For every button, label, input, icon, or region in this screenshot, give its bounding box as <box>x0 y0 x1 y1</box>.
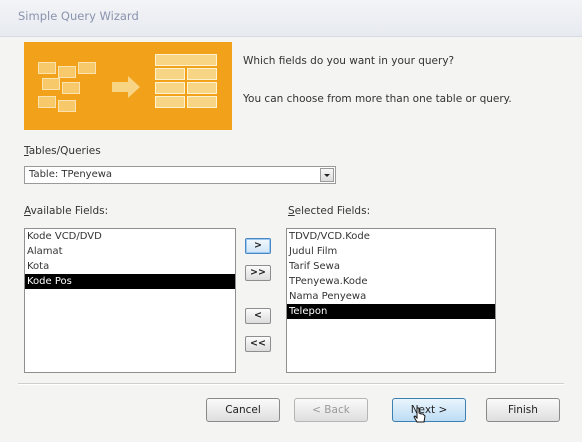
selected-field-item-selected[interactable]: Telepon <box>287 304 495 319</box>
tables-queries-value: Table: TPenyewa <box>29 169 113 180</box>
window-title: Simple Query Wizard <box>18 9 139 23</box>
selected-field-item[interactable]: Judul Film <box>287 244 495 259</box>
source-grid-graphic <box>38 62 96 114</box>
query-grid-graphic <box>155 54 217 120</box>
add-field-button[interactable]: > <box>245 238 271 254</box>
instruction-question: Which fields do you want in your query? <box>243 55 455 67</box>
available-field-item[interactable]: Kode VCD/DVD <box>25 229 235 244</box>
selected-fields-list[interactable]: TDVD/VCD.Kode Judul Film Tarif Sewa TPen… <box>286 228 496 373</box>
remove-field-button[interactable]: < <box>245 308 271 324</box>
footer-divider <box>18 383 564 385</box>
chevron-down-icon[interactable] <box>320 168 334 182</box>
tables-queries-label: Tables/Queries <box>24 145 101 157</box>
next-button[interactable]: Next > <box>392 398 466 422</box>
add-all-fields-button[interactable]: >> <box>245 265 271 281</box>
available-field-item[interactable]: Alamat <box>25 244 235 259</box>
cancel-button[interactable]: Cancel <box>206 398 280 422</box>
remove-all-fields-button[interactable]: << <box>245 336 271 352</box>
available-fields-label: Available Fields: <box>24 205 109 217</box>
title-bar: Simple Query Wizard <box>0 0 582 37</box>
selected-field-item[interactable]: Nama Penyewa <box>287 289 495 304</box>
finish-button[interactable]: Finish <box>486 398 560 422</box>
selected-fields-label: Selected Fields: <box>288 205 371 217</box>
selected-field-item[interactable]: TDVD/VCD.Kode <box>287 229 495 244</box>
wizard-illustration <box>24 42 232 130</box>
back-button[interactable]: < Back <box>294 398 368 422</box>
instruction-hint: You can choose from more than one table … <box>243 93 512 105</box>
selected-field-item[interactable]: TPenyewa.Kode <box>287 274 495 289</box>
available-field-item-selected[interactable]: Kode Pos <box>25 274 235 289</box>
arrow-right-icon <box>112 76 140 98</box>
mouse-pointer-icon <box>413 407 426 423</box>
selected-field-item[interactable]: Tarif Sewa <box>287 259 495 274</box>
available-fields-list[interactable]: Kode VCD/DVD Alamat Kota Kode Pos <box>24 228 236 373</box>
tables-queries-select[interactable]: Table: TPenyewa <box>24 166 336 184</box>
available-field-item[interactable]: Kota <box>25 259 235 274</box>
